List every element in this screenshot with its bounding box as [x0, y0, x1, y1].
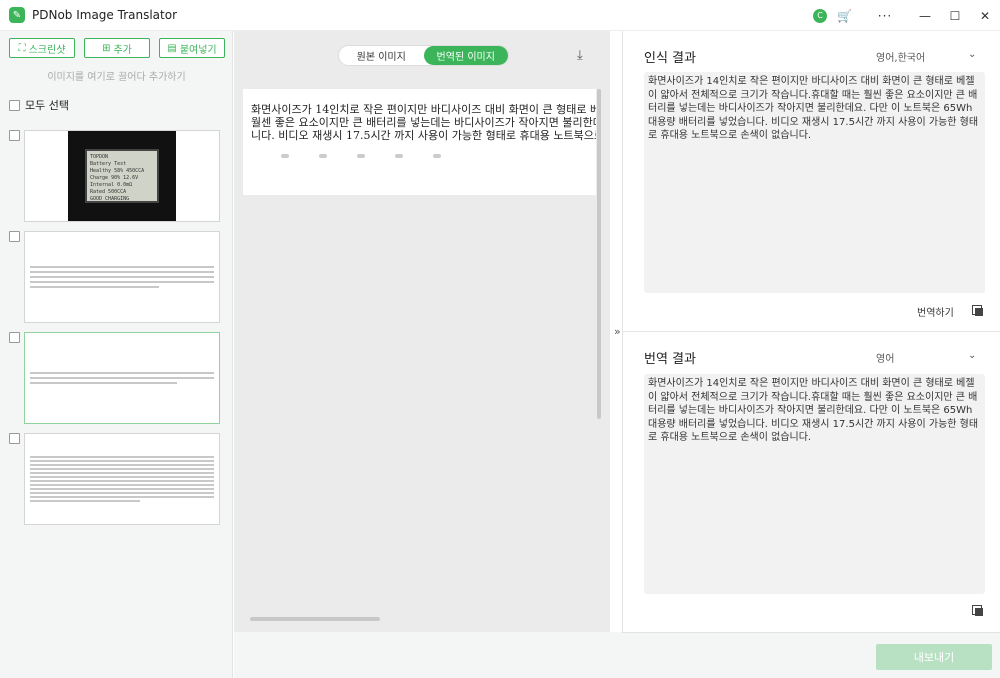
screenshot-icon: ⛶ [18, 42, 26, 54]
translate-button[interactable]: 번역하기 [917, 304, 954, 319]
footer-bar: 내보내기 [622, 632, 1000, 678]
select-all[interactable]: 모두 선택 [9, 97, 69, 113]
more-options-icon[interactable]: ··· [870, 9, 900, 23]
results-panel: 인식 결과 영어,한국어 ⌄ 화면사이즈가 14인치로 작은 편이지만 바디사이… [622, 31, 1000, 632]
app-logo-icon: ✎ [9, 7, 25, 23]
maximize-button[interactable]: ☐ [940, 9, 970, 23]
window-controls: C 🛒 ··· — ☐ ✕ [813, 0, 1000, 31]
cart-icon[interactable]: 🛒 [837, 9, 852, 23]
image-thumbnail-selected[interactable] [24, 332, 220, 424]
text-image-preview [30, 454, 214, 504]
image-sidebar: ⛶ 스크린샷 ⊞ 추가 ▤ 붙여넣기 이미지를 여기로 끌어다 추가하기 모두 … [0, 31, 233, 678]
image-checkbox[interactable] [9, 231, 20, 242]
translation-textarea[interactable]: 화면사이즈가 14인치로 작은 편이지만 바디사이즈 대비 화면이 큰 형태로 … [644, 374, 985, 594]
lcd-line: Battery Test [90, 161, 127, 167]
app-title: PDNob Image Translator [32, 8, 178, 22]
middle-footer [234, 632, 622, 678]
title-bar: ✎ PDNob Image Translator C 🛒 ··· — ☐ ✕ [0, 0, 1000, 31]
battery-tester-photo: TOPDON Battery Test Healthy 58% 450CCA C… [68, 131, 176, 221]
image-checkbox[interactable] [9, 332, 20, 343]
lcd-line: GOOD CHARGING [90, 196, 130, 202]
screenshot-label: 스크린샷 [28, 44, 66, 56]
close-button[interactable]: ✕ [970, 9, 1000, 23]
copy-icon[interactable] [972, 605, 983, 616]
recognition-language-select[interactable]: 영어,한국어 [876, 49, 925, 64]
text-image-preview [30, 369, 214, 387]
tab-translated-image[interactable]: 번역된 이미지 [423, 46, 508, 65]
lcd-screen: TOPDON Battery Test Healthy 58% 450CCA C… [85, 149, 159, 203]
select-all-label: 모두 선택 [25, 99, 69, 112]
copy-icon[interactable] [972, 305, 983, 316]
paste-icon: ▤ [167, 42, 177, 54]
screenshot-button[interactable]: ⛶ 스크린샷 [9, 38, 75, 58]
image-thumbnail[interactable] [24, 231, 220, 323]
divider [623, 331, 1000, 332]
lcd-line: TOPDON [90, 154, 109, 160]
recognition-textarea[interactable]: 화면사이즈가 14인치로 작은 편이지만 바디사이즈 대비 화면이 큰 형태로 … [644, 72, 985, 293]
select-all-checkbox[interactable] [9, 99, 20, 111]
lcd-line: Charge 90% 12.6V [90, 175, 139, 181]
translated-image-preview: 화면사이즈가 14인치로 작은 편이지만 바디사이즈 대비 화면이 큰 형태로 … [243, 89, 596, 195]
blurred-text [251, 154, 588, 162]
paste-label: 붙여넣기 [179, 44, 217, 56]
user-avatar[interactable]: C [813, 8, 828, 23]
drag-hint: 이미지를 여기로 끌어다 추가하기 [47, 72, 186, 83]
preview-line: 월센 좋은 요소이지만 큰 배터리를 넣는데는 바디사이즈가 작아지면 불리한데… [251, 116, 596, 129]
tab-original-image[interactable]: 원본 이미지 [339, 46, 424, 65]
add-icon: ⊞ [102, 42, 111, 54]
paste-button[interactable]: ▤ 붙여넣기 [159, 38, 225, 58]
translation-language-select[interactable]: 영어 [876, 350, 894, 365]
add-label: 추가 [113, 44, 132, 56]
collapse-panel-icon[interactable]: » [614, 325, 621, 338]
minimize-button[interactable]: — [910, 9, 940, 23]
lcd-line: Healthy 58% 450CCA [90, 168, 145, 174]
chevron-down-icon[interactable]: ⌄ [968, 350, 976, 361]
vertical-scrollbar[interactable] [597, 89, 601, 419]
export-button[interactable]: 내보내기 [876, 644, 992, 670]
preview-line: 화면사이즈가 14인치로 작은 편이지만 바디사이즈 대비 화면이 큰 형태로 … [251, 103, 596, 116]
text-image-preview [30, 263, 214, 291]
preview-line: 니다. 비디오 재생시 17.5시간 까지 사용이 가능한 형태로 휴대용 노트… [251, 129, 596, 142]
horizontal-scrollbar[interactable] [250, 617, 380, 621]
lcd-line: Rated 500CCA [90, 189, 127, 195]
image-checkbox[interactable] [9, 130, 20, 141]
image-thumbnail[interactable] [24, 433, 220, 525]
chevron-down-icon[interactable]: ⌄ [968, 49, 976, 60]
download-icon[interactable]: ⤓ [577, 48, 583, 63]
image-thumbnail[interactable]: TOPDON Battery Test Healthy 58% 450CCA C… [24, 130, 220, 222]
view-toggle: 원본 이미지 번역된 이미지 [338, 45, 509, 66]
recognition-title: 인식 결과 [644, 51, 696, 66]
image-checkbox[interactable] [9, 433, 20, 444]
lcd-line: Internal 0.0mΩ [90, 182, 133, 188]
image-preview-panel: 원본 이미지 번역된 이미지 ⤓ 화면사이즈가 14인치로 작은 편이지만 바디… [234, 31, 610, 632]
translation-title: 번역 결과 [644, 352, 696, 367]
add-button[interactable]: ⊞ 추가 [84, 38, 150, 58]
